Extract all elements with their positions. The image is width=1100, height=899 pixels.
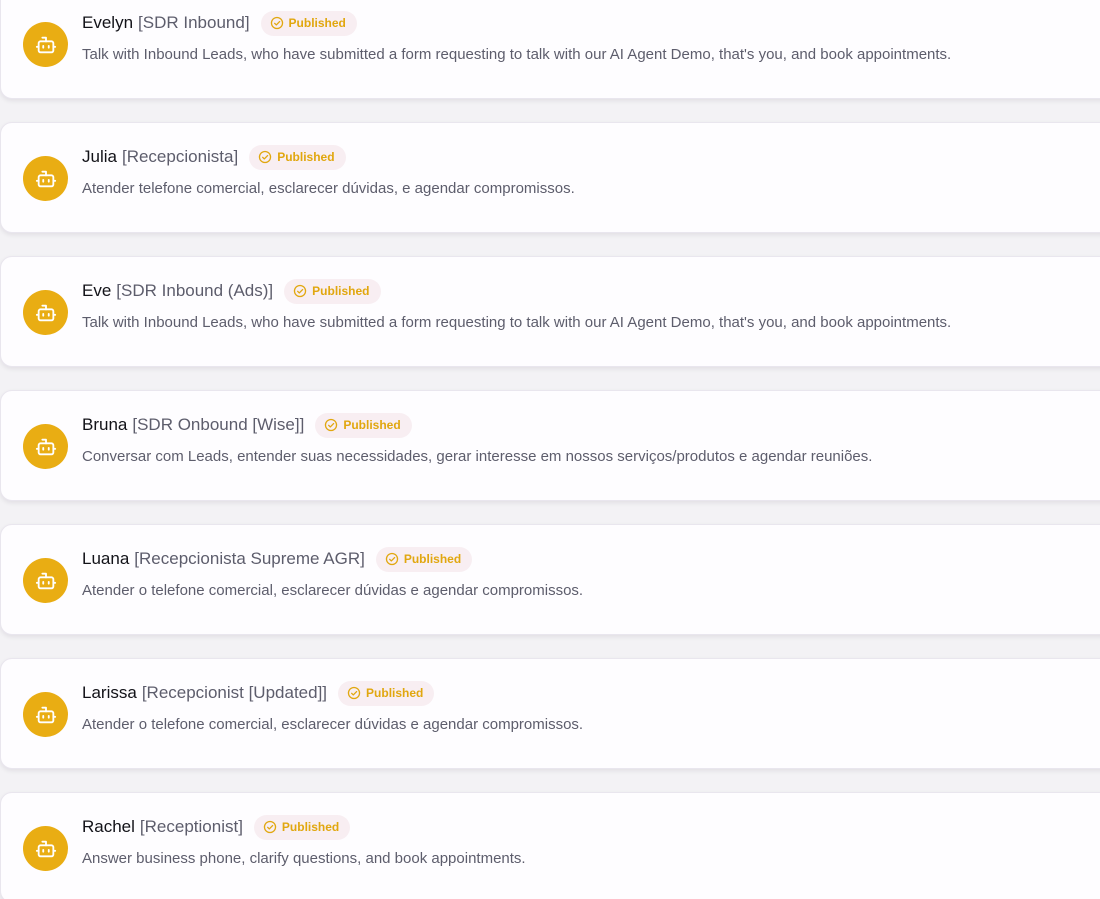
agent-name: Eve (82, 281, 112, 300)
bot-icon (35, 170, 56, 187)
agent-description: Answer business phone, clarify questions… (82, 850, 526, 867)
agent-role: [Receptionist] (139, 817, 243, 836)
agent-avatar (23, 156, 68, 201)
agent-title-row: Larissa [Recepcionist [Updated]] Publish… (82, 680, 435, 706)
status-badge-label: Published (343, 418, 401, 432)
agent-avatar (23, 424, 68, 469)
agent-name: Bruna (82, 415, 128, 434)
agent-description: Talk with Inbound Leads, who have submit… (82, 314, 952, 331)
bot-icon (35, 304, 56, 321)
agent-description: Atender telefone comercial, esclarecer d… (82, 180, 575, 197)
agent-card-larissa[interactable]: Larissa [Recepcionist [Updated]] Publish… (0, 658, 1100, 769)
check-circle-icon (270, 16, 283, 30)
check-circle-icon (263, 820, 277, 834)
agent-title-row: Eve [SDR Inbound (Ads)] Published (82, 278, 381, 304)
agent-name: Larissa (82, 683, 137, 702)
status-badge: Published (375, 546, 473, 572)
status-badge: Published (253, 814, 351, 840)
agent-description: Talk with Inbound Leads, who have submit… (82, 46, 952, 63)
bot-icon (35, 572, 56, 589)
agent-description: Atender o telefone comercial, esclarecer… (82, 582, 584, 599)
status-badge-label: Published (277, 150, 335, 164)
agent-name: Julia (82, 147, 117, 166)
agent-title-row: Rachel [Receptionist] Published (82, 814, 351, 840)
agent-name: Luana (82, 549, 130, 568)
check-circle-icon (259, 150, 272, 164)
agent-list: Evelyn [SDR Inbound] Published Talk with… (0, 0, 1100, 899)
status-badge: Published (260, 10, 357, 36)
check-circle-icon (293, 284, 307, 298)
check-circle-icon (347, 686, 361, 700)
agent-title-row: Luana [Recepcionista Supreme AGR] Publis… (82, 546, 473, 572)
agent-card-julia[interactable]: Julia [Recepcionista] Published Atender … (0, 122, 1100, 233)
agent-title-row: Evelyn [SDR Inbound] Published (82, 10, 357, 36)
agent-card-evelyn[interactable]: Evelyn [SDR Inbound] Published Talk with… (0, 0, 1100, 99)
agent-role: [Recepcionista Supreme AGR] (134, 549, 365, 568)
status-badge: Published (338, 680, 435, 706)
agent-card-eve[interactable]: Eve [SDR Inbound (Ads)] Published Talk w… (0, 256, 1100, 367)
bot-icon (35, 438, 56, 455)
status-badge: Published (284, 278, 381, 304)
agent-name: Rachel (82, 817, 135, 836)
status-badge: Published (249, 144, 346, 170)
bot-icon (35, 706, 56, 723)
status-badge-label: Published (366, 686, 424, 700)
agent-card-luana[interactable]: Luana [Recepcionista Supreme AGR] Publis… (0, 524, 1100, 635)
status-badge-label: Published (288, 16, 346, 30)
agent-role: [SDR Onbound [Wise]] (132, 415, 305, 434)
agent-description: Conversar com Leads, entender suas neces… (82, 448, 873, 465)
agent-avatar (23, 290, 68, 335)
agent-role: [Recepcionista] (121, 147, 239, 166)
agent-role: [SDR Inbound] (138, 13, 250, 32)
agent-card-bruna[interactable]: Bruna [SDR Onbound [Wise]] Published Con… (0, 390, 1100, 501)
agent-role: [Recepcionist [Updated]] (141, 683, 328, 702)
status-badge-label: Published (281, 820, 340, 834)
agent-avatar (23, 692, 68, 737)
agent-description: Atender o telefone comercial, esclarecer… (82, 716, 584, 733)
agent-title-row: Julia [Recepcionista] Published (82, 144, 346, 170)
check-circle-icon (385, 552, 399, 566)
agent-avatar (23, 558, 68, 603)
status-badge-label: Published (312, 284, 370, 298)
check-circle-icon (325, 418, 338, 432)
agent-name: Evelyn (82, 13, 134, 32)
status-badge-label: Published (403, 552, 462, 566)
bot-icon (35, 840, 56, 857)
agent-card-rachel[interactable]: Rachel [Receptionist] Published Answer b… (0, 792, 1100, 899)
status-badge: Published (315, 412, 412, 438)
agent-avatar (23, 826, 68, 871)
agent-title-row: Bruna [SDR Onbound [Wise]] Published (82, 412, 412, 438)
agent-role: [SDR Inbound (Ads)] (116, 281, 274, 300)
agent-avatar (23, 22, 68, 67)
bot-icon (35, 36, 56, 53)
